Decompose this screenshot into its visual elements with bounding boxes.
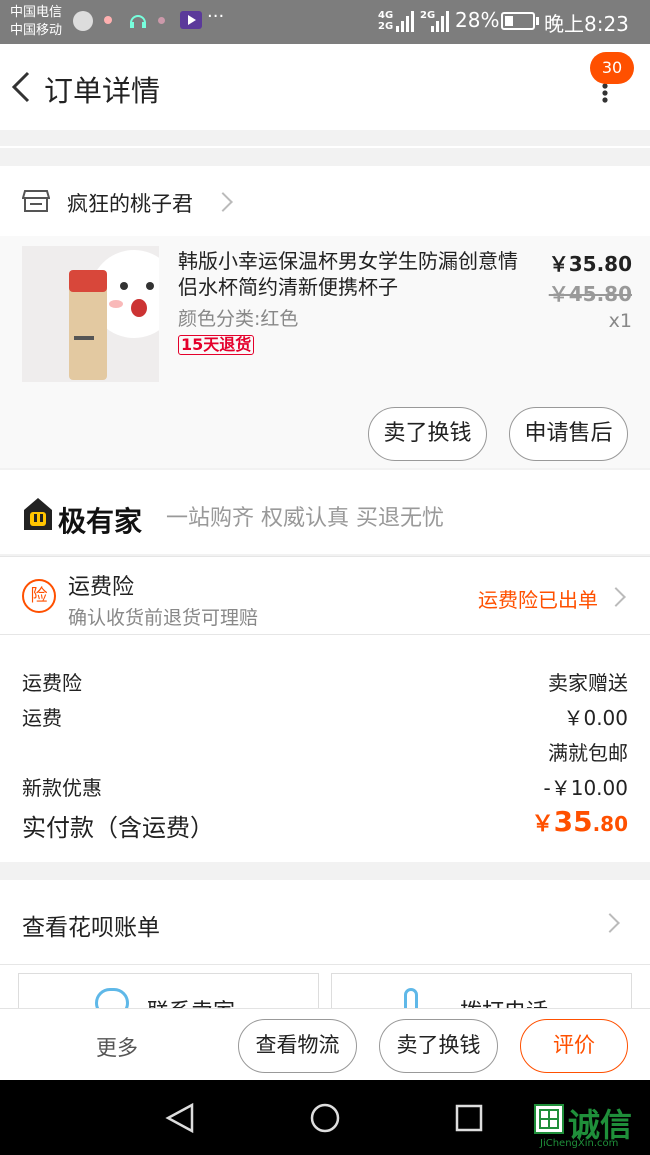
network-type-1: 4G 2G xyxy=(378,10,394,32)
product-title: 韩版小幸运保温杯男女学生防漏创意情侣水杯简约清新便携杯子 xyxy=(178,249,518,299)
more-button[interactable]: 更多 xyxy=(96,1032,138,1062)
contact-seller-button[interactable]: 联系卖家 xyxy=(18,973,319,1010)
more-notifications-icon: ··· xyxy=(207,6,225,27)
nav-home-button[interactable] xyxy=(309,1102,341,1138)
globe-icon xyxy=(73,11,93,31)
brand-banner[interactable]: 极有家 一站购齐 权威认真 买退无忧 xyxy=(0,470,650,554)
product-price: ￥35.80 xyxy=(548,252,632,276)
back-button[interactable] xyxy=(8,70,38,104)
brand-logo-icon xyxy=(22,496,54,532)
huabei-row[interactable]: 查看花呗账单 xyxy=(0,880,650,964)
brand-slogan: 一站购齐 权威认真 买退无忧 xyxy=(166,506,444,531)
brand-name: 极有家 xyxy=(58,505,143,538)
header: 订单详情 30 xyxy=(0,44,650,130)
insurance-status: 运费险已出单 xyxy=(478,588,598,612)
insurance-title: 运费险 xyxy=(68,575,135,600)
sell-exchange-button[interactable]: 卖了换钱 xyxy=(368,407,487,461)
bottom-action-bar: 更多 查看物流 卖了换钱 评价 xyxy=(0,1008,650,1080)
circle-home-icon xyxy=(310,1103,340,1133)
insurance-row[interactable]: 险 运费险 确认收货前退货可理赔 运费险已出单 xyxy=(0,556,650,634)
chevron-right-icon xyxy=(213,192,233,212)
nav-recents-button[interactable] xyxy=(455,1104,483,1136)
chevron-right-icon xyxy=(606,587,626,607)
total-label: 实付款（含运费） xyxy=(22,814,214,842)
clock: 晚上8:23 xyxy=(544,12,629,36)
shop-row[interactable]: 疯狂的桃子君 xyxy=(0,166,650,236)
view-logistics-button[interactable]: 查看物流 xyxy=(238,1019,357,1073)
product-card[interactable]: 韩版小幸运保温杯男女学生防漏创意情侣水杯简约清新便携杯子 颜色分类:红色 15天… xyxy=(0,236,650,468)
total-amount: ￥35.80 xyxy=(531,805,628,838)
product-image xyxy=(22,246,159,382)
insurance-icon: 险 xyxy=(22,579,56,613)
battery-icon xyxy=(501,12,535,30)
battery-percent: 28% xyxy=(455,8,500,32)
chevron-right-icon xyxy=(600,913,620,933)
phone-icon xyxy=(404,988,418,1010)
small-dot-icon xyxy=(158,17,165,24)
status-bar: 中国电信 中国移动 ··· 4G 2G 2G 28% 晚上8:23 xyxy=(0,0,650,44)
notification-dot-icon xyxy=(104,16,112,24)
cost-summary: 运费险 卖家赠送 运费 ￥0.00 满就包邮 新款优惠 -￥10.00 实付款（… xyxy=(0,634,650,862)
shop-icon xyxy=(21,188,51,218)
product-variant: 颜色分类:红色 xyxy=(178,308,299,330)
signal-icon-1 xyxy=(396,10,414,36)
square-recents-icon xyxy=(455,1104,483,1132)
watermark-logo-icon xyxy=(534,1104,564,1134)
cost-value: ￥0.00 xyxy=(563,706,628,730)
more-vertical-icon xyxy=(602,83,608,103)
battery-tip xyxy=(536,17,539,25)
signal-icon-2 xyxy=(431,10,449,36)
cost-value: -￥10.00 xyxy=(543,776,628,800)
cost-label: 新款优惠 xyxy=(22,776,102,800)
sell-exchange-bottom-button[interactable]: 卖了换钱 xyxy=(379,1019,498,1073)
shop-name: 疯狂的桃子君 xyxy=(67,192,193,216)
cost-value: 卖家赠送 xyxy=(548,671,628,695)
carrier-1: 中国电信 xyxy=(10,5,63,20)
call-button[interactable]: 拨打电话 xyxy=(331,973,632,1010)
page-title: 订单详情 xyxy=(44,74,161,108)
nav-back-button[interactable] xyxy=(164,1102,196,1138)
apply-after-sale-button[interactable]: 申请售后 xyxy=(509,407,628,461)
triangle-back-icon xyxy=(165,1102,194,1134)
message-count-badge: 30 xyxy=(590,52,634,84)
video-app-icon xyxy=(180,11,202,29)
contact-row: 联系卖家 拨打电话 xyxy=(0,964,650,1010)
huabei-label: 查看花呗账单 xyxy=(22,915,160,941)
original-price: ￥45.80 xyxy=(548,282,632,306)
headset-icon xyxy=(128,11,148,31)
insurance-subtitle: 确认收货前退货可理赔 xyxy=(68,607,259,629)
carrier-2: 中国移动 xyxy=(10,23,63,38)
cost-value: 满就包邮 xyxy=(548,741,628,765)
review-button[interactable]: 评价 xyxy=(520,1019,628,1073)
watermark-url: JiChengXin.com xyxy=(540,1138,619,1149)
chat-icon xyxy=(95,988,129,1010)
product-quantity: x1 xyxy=(608,310,632,332)
divider-strip xyxy=(0,146,650,148)
return-policy-tag: 15天退货 xyxy=(178,335,255,355)
more-menu-button[interactable] xyxy=(594,82,616,104)
cost-label: 运费险 xyxy=(22,671,82,695)
system-nav-bar: 诚信 JiChengXin.com xyxy=(0,1080,650,1155)
cost-label: 运费 xyxy=(22,706,62,730)
